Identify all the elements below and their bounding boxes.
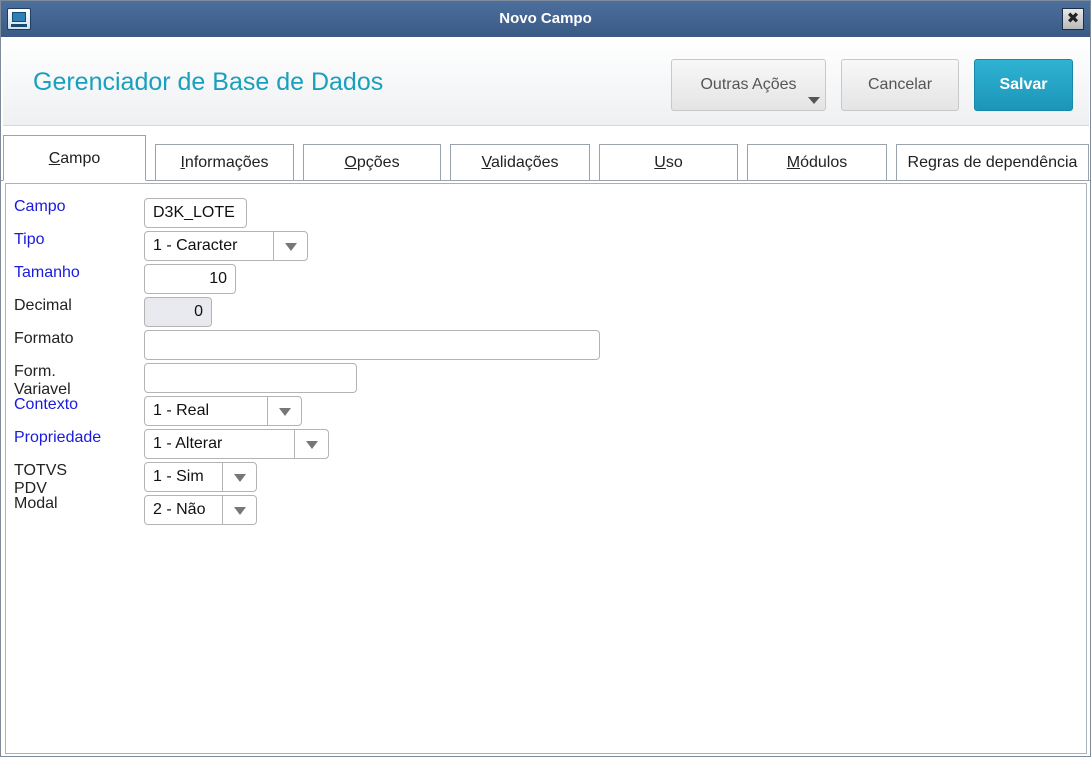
tab-mnemonic: O xyxy=(344,154,357,171)
form-variavel-label: Form. Variavel xyxy=(14,363,71,398)
dropdown-arrow-icon[interactable] xyxy=(267,397,301,425)
tipo-select[interactable]: 1 - Caracter xyxy=(144,231,308,261)
tab-uso[interactable]: Uso xyxy=(599,144,738,181)
cancel-button[interactable]: Cancelar xyxy=(841,59,959,111)
decimal-label: Decimal xyxy=(14,297,72,314)
campo-input[interactable]: D3K_LOTE xyxy=(144,198,247,228)
tipo-label: Tipo xyxy=(14,231,45,248)
contexto-label: Contexto xyxy=(14,396,79,413)
tab-mnemonic: C xyxy=(48,150,61,167)
propriedade-label: Propriedade xyxy=(14,429,102,446)
tab-modulos[interactable]: Módulos xyxy=(747,144,887,181)
window-title: Novo Campo xyxy=(499,10,592,27)
tab-label: Regras de dependência xyxy=(907,154,1078,171)
tab-validacoes[interactable]: Validações xyxy=(450,144,590,181)
formato-label: Formato xyxy=(14,330,74,347)
contexto-value: 1 - Real xyxy=(153,402,210,419)
formato-input[interactable] xyxy=(144,330,600,360)
tab-bar: Campo Informações Opções Validações Uso … xyxy=(1,134,1090,182)
tab-opcoes[interactable]: Opções xyxy=(303,144,441,181)
tamanho-input[interactable]: 10 xyxy=(144,264,236,294)
tab-mnemonic: M xyxy=(786,154,801,171)
outras-acoes-button[interactable]: Outras Ações xyxy=(671,59,826,111)
tab-regras-de-dependencia[interactable]: Regras de dependência xyxy=(896,144,1089,181)
tab-label: pções xyxy=(356,154,400,171)
title-bar: Novo Campo ✖ xyxy=(1,1,1090,37)
totvs-pdv-select[interactable]: 1 - Sim xyxy=(144,462,257,492)
modal-value: 2 - Não xyxy=(153,501,206,518)
totvs-pdv-label: TOTVS PDV xyxy=(14,462,68,497)
tab-mnemonic: U xyxy=(654,154,666,171)
form-variavel-input[interactable] xyxy=(144,363,357,393)
propriedade-value: 1 - Alterar xyxy=(153,435,223,452)
tab-mnemonic: V xyxy=(481,154,491,171)
tipo-value: 1 - Caracter xyxy=(153,237,238,254)
dropdown-arrow-icon[interactable] xyxy=(222,463,256,491)
dropdown-arrow-icon[interactable] xyxy=(222,496,256,524)
modal-select[interactable]: 2 - Não xyxy=(144,495,257,525)
page-title: Gerenciador de Base de Dados xyxy=(33,68,384,96)
save-button[interactable]: Salvar xyxy=(974,59,1073,111)
contexto-select[interactable]: 1 - Real xyxy=(144,396,302,426)
tab-label: ampo xyxy=(60,150,101,167)
tamanho-label: Tamanho xyxy=(14,264,80,281)
tab-label: nformações xyxy=(184,154,269,171)
tab-campo[interactable]: Campo xyxy=(3,135,146,181)
close-icon[interactable]: ✖ xyxy=(1062,8,1084,30)
campo-form-panel: Campo D3K_LOTE Tipo 1 - Caracter Tamanho… xyxy=(5,183,1087,754)
tab-label: so xyxy=(665,154,683,171)
page-header: Gerenciador de Base de Dados Outras Açõe… xyxy=(3,39,1089,126)
dropdown-arrow-icon[interactable] xyxy=(294,430,328,458)
totvs-pdv-value: 1 - Sim xyxy=(153,468,204,485)
modal-label: Modal xyxy=(14,495,58,512)
tab-label: alidações xyxy=(490,154,559,171)
propriedade-select[interactable]: 1 - Alterar xyxy=(144,429,329,459)
outras-acoes-label: Outras Ações xyxy=(700,76,797,93)
campo-label: Campo xyxy=(14,198,66,215)
tab-divider xyxy=(1,180,1090,181)
dialog-window: Novo Campo ✖ Gerenciador de Base de Dado… xyxy=(0,0,1091,757)
decimal-input: 0 xyxy=(144,297,212,327)
tab-label: ódulos xyxy=(800,154,848,171)
dropdown-arrow-icon[interactable] xyxy=(273,232,307,260)
chevron-down-icon xyxy=(808,97,820,104)
tab-informacoes[interactable]: Informações xyxy=(155,144,294,181)
